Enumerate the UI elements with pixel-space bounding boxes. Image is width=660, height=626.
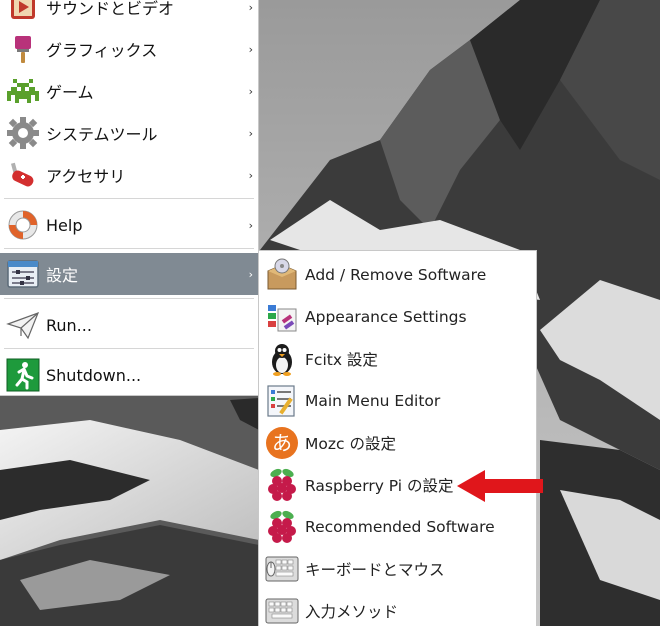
- menu-item-sound-video[interactable]: サウンドとビデオ ›: [0, 0, 259, 28]
- menu-item-label: アクセサリ: [46, 167, 126, 186]
- package-box-icon: [262, 255, 302, 295]
- menu-item-run[interactable]: Run...: [0, 304, 259, 346]
- submenu-item-fcitx-settings[interactable]: Fcitx 設定: [259, 338, 536, 380]
- submenu-item-label: Add / Remove Software: [305, 266, 487, 284]
- menu-item-help[interactable]: Help ›: [0, 204, 259, 246]
- submenu-item-mozc-settings[interactable]: あ Mozc の設定: [259, 422, 536, 464]
- menu-item-system-tools[interactable]: システムツール ›: [0, 112, 259, 154]
- submenu-item-label: キーボードとマウス: [305, 561, 445, 579]
- menu-item-accessories[interactable]: アクセサリ ›: [0, 154, 259, 196]
- gear-icon: [3, 113, 43, 153]
- paper-plane-icon: [3, 305, 43, 345]
- submenu-item-label: Fcitx 設定: [305, 351, 378, 369]
- swiss-knife-icon: [3, 155, 43, 195]
- submenu-item-input-method[interactable]: 入力メソッド: [259, 590, 536, 626]
- menu-item-label: Help: [46, 215, 83, 235]
- menu-separator: [4, 348, 254, 349]
- menu-item-label: サウンドとビデオ: [46, 0, 175, 18]
- submenu-item-label: Raspberry Pi の設定: [305, 477, 454, 495]
- sound-video-icon: [3, 0, 43, 27]
- exit-running-man-icon: [3, 355, 43, 395]
- chevron-right-icon: ›: [248, 168, 253, 182]
- submenu-item-recommended-software[interactable]: Recommended Software: [259, 506, 536, 548]
- menu-item-label: システムツール: [46, 125, 158, 144]
- lifebuoy-icon: [3, 205, 43, 245]
- penguin-icon: [262, 339, 302, 379]
- menu-item-label: Run...: [46, 315, 92, 335]
- mozc-glyph: あ: [272, 431, 292, 455]
- menu-item-settings[interactable]: 設定 ›: [0, 253, 259, 295]
- raspberry-pi-icon: [262, 465, 302, 505]
- appearance-palette-icon: [262, 297, 302, 337]
- menu-item-label: Shutdown...: [46, 365, 142, 385]
- chevron-right-icon: ›: [248, 42, 253, 56]
- submenu-item-label: Recommended Software: [305, 518, 495, 536]
- chevron-right-icon: ›: [248, 0, 253, 14]
- keyboard-mouse-icon: [262, 549, 302, 589]
- submenu-item-keyboard-mouse[interactable]: キーボードとマウス: [259, 548, 536, 590]
- menu-separator: [4, 248, 254, 249]
- graphics-brush-icon: [3, 29, 43, 69]
- settings-sliders-icon: [3, 254, 43, 294]
- submenu-item-add-remove-software[interactable]: Add / Remove Software: [259, 254, 536, 296]
- menu-separator: [4, 298, 254, 299]
- input-method-keyboard-icon: [262, 591, 302, 626]
- annotation-arrow-icon: [457, 470, 543, 502]
- main-menu: サウンドとビデオ › グラフィックス › ゲーム › システムツール › アクセ…: [0, 0, 259, 396]
- submenu-item-main-menu-editor[interactable]: Main Menu Editor: [259, 380, 536, 422]
- menu-item-label: グラフィックス: [46, 41, 158, 60]
- menu-item-games[interactable]: ゲーム ›: [0, 70, 259, 112]
- chevron-right-icon: ›: [248, 84, 253, 98]
- submenu-item-appearance-settings[interactable]: Appearance Settings: [259, 296, 536, 338]
- menu-separator: [4, 198, 254, 199]
- chevron-right-icon: ›: [248, 267, 253, 281]
- menu-item-shutdown[interactable]: Shutdown...: [0, 354, 259, 396]
- raspberry-pi-icon: [262, 507, 302, 547]
- menu-editor-icon: [262, 381, 302, 421]
- submenu-item-label: Appearance Settings: [305, 308, 467, 326]
- submenu-item-label: Mozc の設定: [305, 435, 396, 453]
- menu-item-label: 設定: [46, 266, 79, 285]
- chevron-right-icon: ›: [248, 218, 253, 232]
- submenu-item-label: Main Menu Editor: [305, 392, 441, 410]
- submenu-item-label: 入力メソッド: [305, 603, 399, 621]
- menu-item-label: ゲーム: [46, 83, 94, 102]
- menu-item-graphics[interactable]: グラフィックス ›: [0, 28, 259, 70]
- mozc-hiragana-icon: あ: [262, 423, 302, 463]
- settings-submenu: Add / Remove Software Appearance Setting…: [258, 250, 537, 626]
- game-invader-icon: [3, 71, 43, 111]
- chevron-right-icon: ›: [248, 126, 253, 140]
